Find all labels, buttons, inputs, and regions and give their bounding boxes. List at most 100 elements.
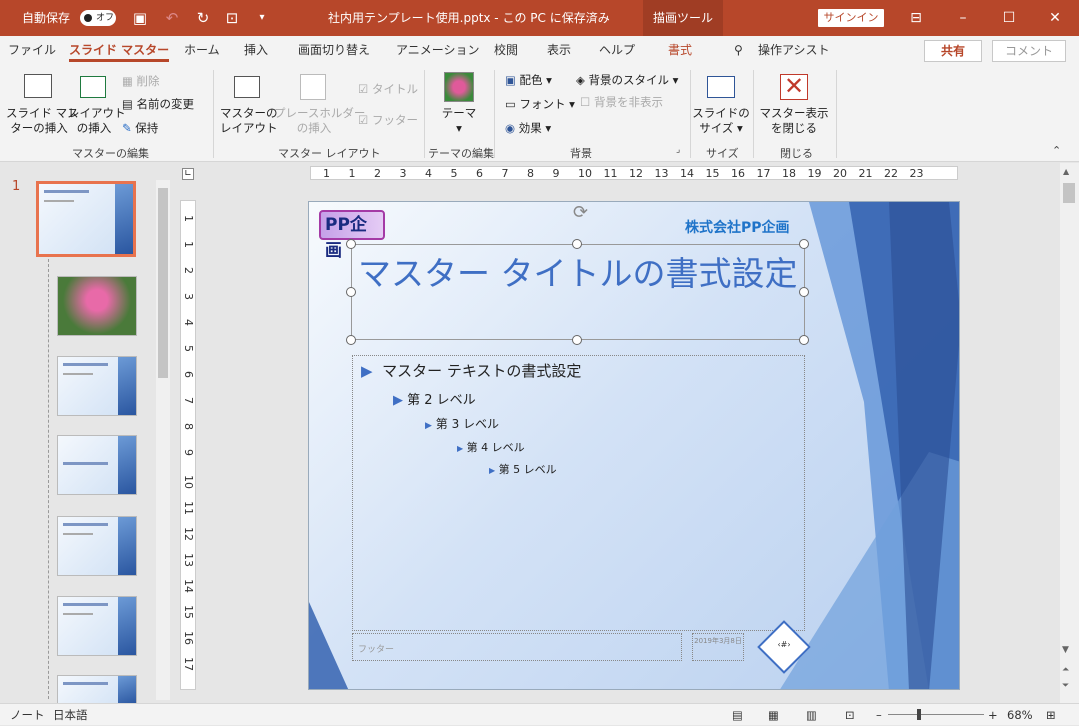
rotate-handle-icon[interactable]: ⟳ [573, 202, 588, 223]
close-master-button[interactable]: マスター表示 を閉じる [758, 106, 830, 136]
tab-transitions[interactable]: 画面切り替え [298, 36, 370, 64]
insert-layout-button[interactable]: レイアウト の挿入 [68, 106, 126, 136]
title-checkbox[interactable]: ☑ タイトル [358, 81, 418, 97]
tab-slide-master[interactable]: スライド マスター [69, 36, 170, 64]
resize-handle[interactable] [346, 239, 356, 249]
thumbnail-scrollbar[interactable] [156, 180, 170, 700]
resize-handle[interactable] [572, 335, 582, 345]
fonts-button[interactable]: ▭ フォント ▾ [505, 96, 575, 112]
scroll-down-icon[interactable]: ▼ [1062, 645, 1069, 655]
company-logo: PP企画 [319, 210, 385, 261]
delete-button[interactable]: ▦ 削除 [122, 73, 160, 89]
autosave-toggle[interactable]: オフ [80, 10, 116, 26]
thumbnail-layout-4[interactable] [57, 516, 137, 576]
body-level-2[interactable]: ▶ 第 2 レベル [393, 389, 476, 408]
ruler-h-number: 1 [348, 167, 356, 180]
slideshow-icon[interactable]: ⊡ [222, 8, 242, 28]
maximize-icon[interactable]: ☐ [986, 0, 1032, 36]
reading-view-icon[interactable]: ▥ [806, 704, 817, 726]
thumbnail-master[interactable] [36, 181, 136, 257]
rename-button[interactable]: ▤ 名前の変更 [122, 96, 194, 112]
title-placeholder[interactable]: マスター タイトルの書式設定 [351, 244, 805, 340]
redo-icon[interactable]: ↻ [193, 8, 213, 28]
language-label[interactable]: 日本語 [53, 704, 88, 726]
body-level-1[interactable]: ▶ マスター テキストの書式設定 [361, 360, 581, 381]
zoom-slider[interactable] [888, 714, 984, 715]
slide-size-button[interactable]: スライドの サイズ ▾ [692, 106, 750, 136]
document-title: 社内用テンプレート使用.pptx - この PC に保存済み [328, 11, 610, 25]
fit-slide-icon[interactable]: ⊞ [1046, 704, 1056, 726]
body-placeholder[interactable]: ▶ マスター テキストの書式設定 ▶ 第 2 レベル ▶ 第 3 レベル ▶ 第… [352, 355, 805, 631]
zoom-out-icon[interactable]: – [876, 704, 882, 726]
slideshow-view-icon[interactable]: ⊡ [845, 704, 855, 726]
zoom-in-icon[interactable]: + [988, 704, 998, 726]
preserve-button[interactable]: ✎ 保持 [122, 120, 158, 136]
sorter-view-icon[interactable]: ▦ [768, 704, 779, 726]
tell-me-icon[interactable]: ⚲ [734, 36, 743, 64]
date-text: 2019年3月8日 [694, 637, 742, 645]
tab-selector-icon[interactable]: ∟ [182, 168, 194, 180]
theme-button[interactable]: テーマ ▾ [434, 106, 484, 136]
minimize-icon[interactable]: – [940, 0, 986, 36]
master-layout-button[interactable]: マスターの レイアウト [220, 106, 278, 136]
tab-format[interactable]: 書式 [668, 36, 692, 64]
resize-handle[interactable] [799, 239, 809, 249]
ribbon-display-icon[interactable]: ⊟ [893, 0, 939, 36]
zoom-thumb[interactable] [917, 709, 921, 720]
editor-scrollbar[interactable]: ▲ ▼ ⏶ ⏷ [1060, 163, 1079, 703]
tab-file[interactable]: ファイル [8, 36, 56, 64]
date-placeholder[interactable]: 2019年3月8日 [692, 633, 744, 661]
customize-qat-icon[interactable]: ▾ [252, 8, 272, 28]
next-slide-icon[interactable]: ⏷ [1062, 681, 1069, 691]
footer-placeholder[interactable]: フッター [352, 633, 682, 661]
tab-help[interactable]: ヘルプ [599, 36, 635, 64]
share-button[interactable]: 共有 [924, 40, 982, 62]
resize-handle[interactable] [346, 335, 356, 345]
effects-button[interactable]: ◉ 効果 ▾ [505, 120, 551, 136]
resize-handle[interactable] [572, 239, 582, 249]
bullet-icon: ▶ [457, 444, 464, 453]
save-icon[interactable]: ▣ [130, 8, 150, 28]
collapse-ribbon-icon[interactable]: ⌃ [1052, 144, 1061, 157]
level-2-text: 第 2 レベル [407, 393, 476, 408]
resize-handle[interactable] [799, 287, 809, 297]
undo-icon[interactable]: ↶ [162, 8, 182, 28]
title-bar: 自動保存 オフ ▣ ↶ ↻ ⊡ ▾ 社内用テンプレート使用.pptx - この … [0, 0, 1079, 36]
thumbnail-layout-1[interactable] [57, 276, 137, 336]
body-level-5[interactable]: ▶ 第 5 レベル [489, 461, 557, 477]
close-icon[interactable]: ✕ [1032, 0, 1078, 36]
zoom-level[interactable]: 68% [1007, 704, 1033, 726]
tab-review[interactable]: 校閲 [494, 36, 518, 64]
tab-home[interactable]: ホーム [184, 36, 220, 64]
scroll-thumb[interactable] [158, 188, 168, 378]
resize-handle[interactable] [346, 287, 356, 297]
tab-insert[interactable]: 挿入 [244, 36, 268, 64]
signin-button[interactable]: サインイン [818, 9, 884, 27]
body-level-4[interactable]: ▶ 第 4 レベル [457, 439, 525, 455]
scroll-up-icon[interactable]: ▲ [1063, 167, 1069, 176]
tab-animations[interactable]: アニメーション [396, 36, 480, 64]
colors-button[interactable]: ▣ 配色 ▾ [505, 72, 552, 88]
normal-view-icon[interactable]: ▤ [732, 704, 743, 726]
footer-checkbox[interactable]: ☑ フッター [358, 112, 418, 128]
insert-placeholder-button[interactable]: プレースホルダー の挿入 [274, 106, 365, 136]
tell-me-input[interactable]: 操作アシスト [758, 36, 830, 64]
prev-slide-icon[interactable]: ⏶ [1062, 665, 1069, 675]
autosave-label: 自動保存 [22, 11, 71, 25]
thumbnail-layout-3[interactable] [57, 435, 137, 495]
thumbnail-layout-2[interactable] [57, 356, 137, 416]
ribbon: スライド マス ターの挿入 レイアウト の挿入 ▦ 削除 ▤ 名前の変更 ✎ 保持 … [0, 64, 1079, 162]
insert-master-button[interactable]: スライド マス ターの挿入 [6, 106, 79, 136]
ruler-h-number: 21 [858, 167, 873, 180]
tab-view[interactable]: 表示 [547, 36, 571, 64]
hide-bg-checkbox[interactable]: ☐ 背景を非表示 [580, 94, 663, 110]
thumbnail-layout-6[interactable] [57, 675, 137, 705]
body-level-3[interactable]: ▶ 第 3 レベル [425, 415, 499, 432]
scroll-thumb[interactable] [1063, 183, 1075, 203]
comment-button[interactable]: コメント [992, 40, 1066, 62]
dialog-launcher-icon[interactable]: ⌟ [676, 145, 680, 155]
bg-styles-button[interactable]: ◈ 背景のスタイル ▾ [576, 72, 678, 88]
slide-title[interactable]: マスター タイトルの書式設定 [358, 247, 798, 295]
resize-handle[interactable] [799, 335, 809, 345]
thumbnail-layout-5[interactable] [57, 596, 137, 656]
